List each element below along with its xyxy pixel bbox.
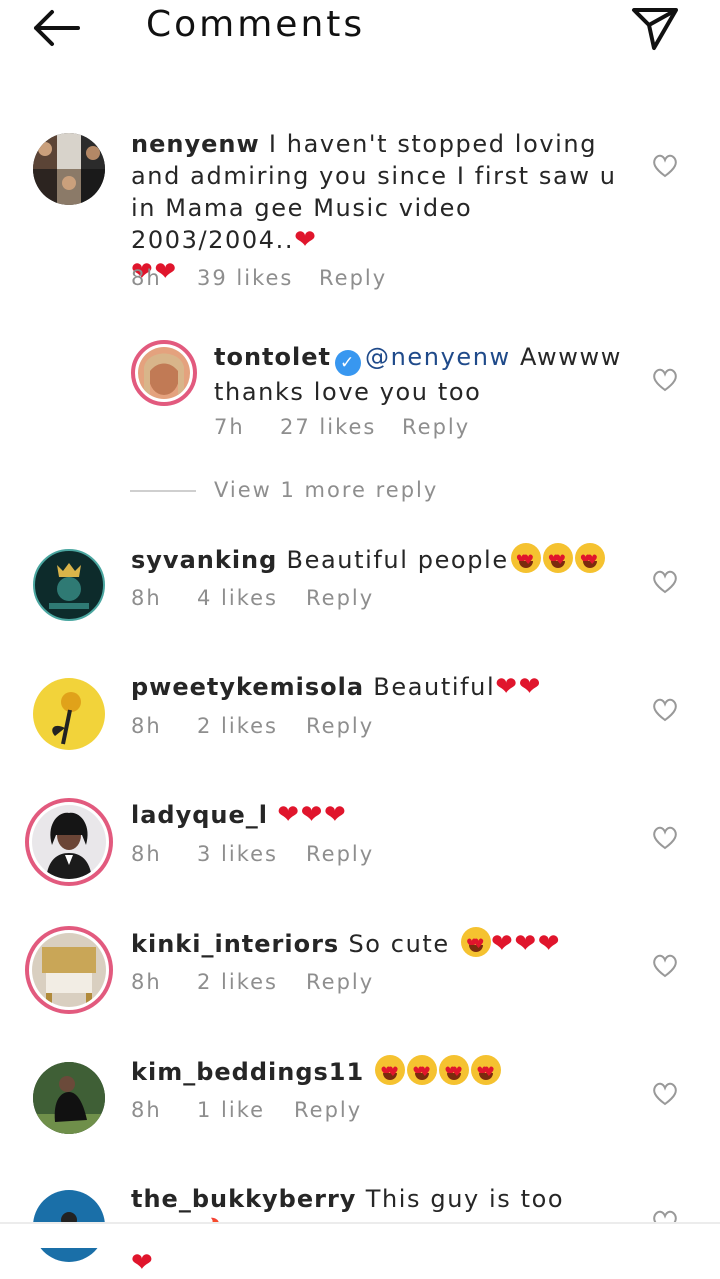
reply-button[interactable]: Reply (306, 586, 374, 610)
avatar[interactable] (25, 926, 113, 1014)
comment-username[interactable]: tontolet (214, 343, 331, 371)
comment-username[interactable]: kim_beddings11 (131, 1058, 364, 1086)
page-title: Comments (146, 4, 366, 45)
comment-text: kinki_interiors So cute ❤❤❤ (131, 927, 631, 961)
comment-text: ladyque_l ❤❤❤ (131, 799, 631, 831)
likes-count[interactable]: 2 likes (197, 714, 306, 738)
like-heart-icon[interactable] (652, 826, 678, 850)
avatar[interactable] (33, 678, 105, 750)
comment-text: nenyenw I haven't stopped loving and adm… (131, 130, 617, 287)
reply-button[interactable]: Reply (294, 1098, 362, 1122)
likes-count[interactable]: 4 likes (197, 586, 306, 610)
avatar[interactable] (33, 549, 105, 621)
heart-emoji: ❤❤ (495, 672, 543, 702)
comment-username[interactable]: the_bukkyberry (131, 1185, 356, 1213)
divider (130, 490, 196, 492)
like-heart-icon[interactable] (652, 698, 678, 722)
heart-emoji: ❤ (131, 1248, 155, 1278)
verified-badge-icon: ✓ (334, 350, 361, 376)
comment-meta: 8h 4 likes Reply (131, 586, 374, 610)
comment-meta: 8h 1 like Reply (131, 1098, 362, 1122)
paper-plane-icon[interactable] (630, 6, 680, 52)
like-heart-icon[interactable] (652, 1082, 678, 1106)
avatar[interactable] (25, 798, 113, 886)
likes-count[interactable]: 3 likes (197, 842, 306, 866)
comment-meta: 7h 27 likes Reply (214, 415, 470, 439)
heart-emoji: ❤❤❤ (277, 800, 348, 830)
likes-count[interactable]: 27 likes (280, 415, 402, 439)
comment-meta: 8h 2 likes Reply (131, 714, 374, 738)
comment-time: 8h (131, 266, 162, 290)
heart-eyes-emoji (439, 1055, 470, 1089)
like-heart-icon[interactable] (652, 154, 678, 178)
avatar[interactable] (33, 133, 105, 205)
reply-button[interactable]: Reply (306, 970, 374, 994)
comment-username[interactable]: kinki_interiors (131, 930, 339, 958)
comment-username[interactable]: nenyenw (131, 130, 260, 158)
heart-eyes-emoji (574, 543, 605, 577)
reply-button[interactable]: Reply (306, 714, 374, 738)
likes-count[interactable]: 39 likes (197, 266, 319, 290)
like-heart-icon[interactable] (652, 954, 678, 978)
heart-eyes-emoji (461, 927, 492, 961)
reply-button[interactable]: Reply (402, 415, 470, 439)
comment-text: tontolet ✓ @nenyenw Awwww thanks love you … (214, 343, 622, 406)
comment-text: kim_beddings11 (131, 1055, 631, 1089)
likes-count[interactable]: 1 like (197, 1098, 294, 1122)
view-more-label[interactable]: View 1 more reply (214, 478, 438, 502)
comment-time: 8h (131, 714, 162, 738)
avatar[interactable] (33, 1062, 105, 1134)
comment-username[interactable]: pweetykemisola (131, 673, 364, 701)
comment-text: pweetykemisola Beautiful❤❤ (131, 672, 543, 702)
heart-emoji: ❤❤❤ (491, 929, 562, 959)
like-heart-icon[interactable] (652, 570, 678, 594)
header: Comments (0, 0, 720, 60)
comment-time: 8h (131, 842, 162, 866)
comment-text: syvanking Beautiful people (131, 543, 631, 577)
comment-time: 8h (131, 586, 162, 610)
reply-button[interactable]: Reply (319, 266, 387, 290)
comment-meta: 8h 3 likes Reply (131, 842, 374, 866)
comment-username[interactable]: syvanking (131, 546, 277, 574)
heart-eyes-emoji (471, 1055, 502, 1089)
back-arrow-icon[interactable] (30, 8, 82, 48)
comment-time: 8h (131, 970, 162, 994)
comment-meta: 8h 2 likes Reply (131, 970, 374, 994)
comment-input-bar (0, 1222, 720, 1248)
mention-link[interactable]: @nenyenw (365, 343, 511, 371)
comment-time: 8h (131, 1098, 162, 1122)
likes-count[interactable]: 2 likes (197, 970, 306, 994)
comment-username[interactable]: ladyque_l (131, 801, 268, 829)
heart-eyes-emoji (407, 1055, 438, 1089)
like-heart-icon[interactable] (652, 368, 678, 392)
heart-eyes-emoji (542, 543, 573, 577)
comment-time: 7h (214, 415, 245, 439)
comment-meta: 8h 39 likes Reply (131, 266, 387, 290)
heart-eyes-emoji (375, 1055, 406, 1089)
heart-eyes-emoji (510, 543, 541, 577)
reply-button[interactable]: Reply (306, 842, 374, 866)
avatar[interactable] (131, 340, 197, 406)
